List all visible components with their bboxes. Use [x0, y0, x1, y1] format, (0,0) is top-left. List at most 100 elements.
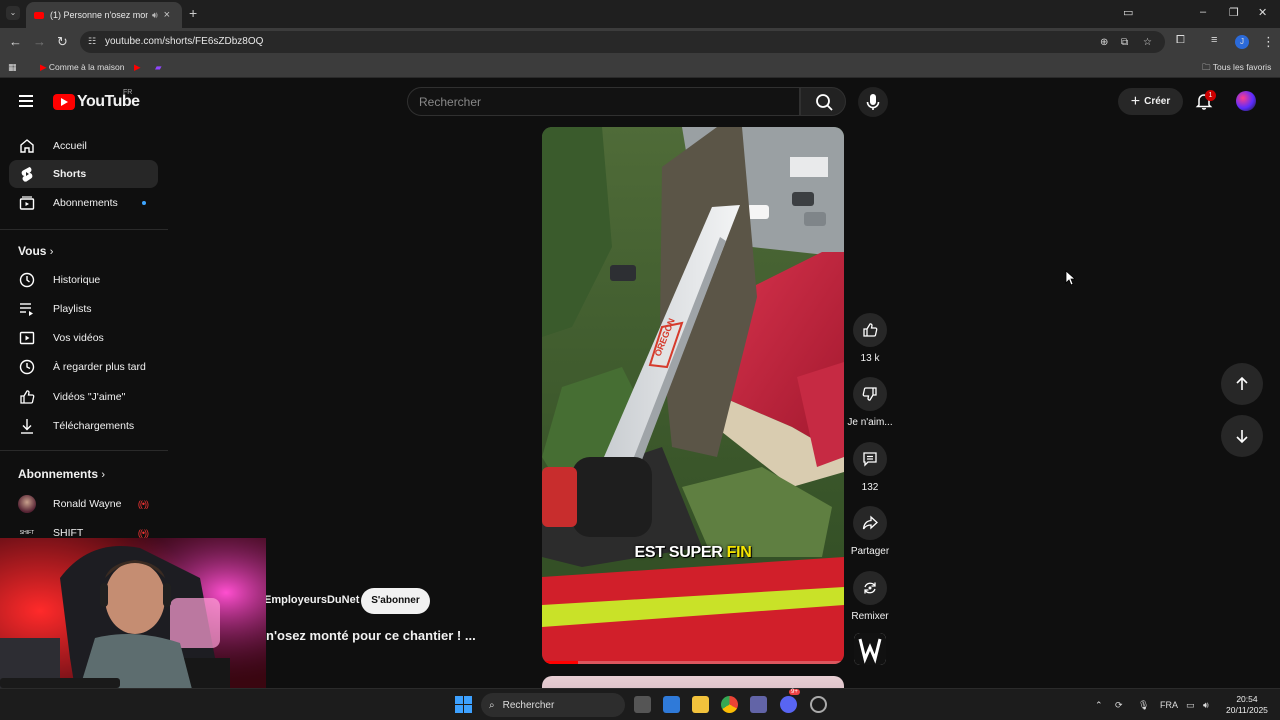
you-section-heading[interactable]: Vous › [18, 244, 53, 258]
sidebar-item-history[interactable]: Historique [9, 266, 158, 294]
install-app-icon[interactable]: ⧉ [1121, 37, 1128, 48]
like-icon [18, 388, 36, 406]
dislike-button[interactable]: Je n'aim... [847, 377, 893, 428]
notification-badge: 1 [1205, 90, 1216, 101]
account-avatar[interactable] [1236, 91, 1256, 111]
youtube-logo[interactable]: YouTube FR [53, 89, 140, 111]
sidebar-item-shorts[interactable]: Shorts [9, 160, 158, 188]
all-bookmarks-folder[interactable]: 🗀︎ Tous les favoris [1202, 62, 1271, 76]
reload-icon[interactable]: ↻ [57, 34, 68, 50]
minimize-icon[interactable]: – [1200, 6, 1206, 18]
arrow-up-icon [1236, 376, 1248, 390]
search-button[interactable] [800, 87, 846, 116]
maximize-icon[interactable]: ❐ [1229, 6, 1239, 19]
clock[interactable]: 20:54 20/11/2025 [1226, 694, 1268, 716]
new-content-dot [142, 201, 146, 205]
file-explorer-icon[interactable] [692, 696, 709, 713]
speaker-icon[interactable]: 🔊︎ [152, 10, 158, 21]
sidebar-item-liked-videos[interactable]: Vidéos "J'aime" [9, 383, 158, 411]
comments-button[interactable]: 132 [849, 442, 891, 493]
video-progress-bar[interactable] [542, 661, 844, 664]
volume-icon[interactable]: 🔊︎ [1203, 700, 1209, 711]
language-indicator[interactable]: FRA [1160, 700, 1178, 710]
browser-tab-active[interactable]: (1) Personne n'osez monté 🔊︎ × [26, 2, 182, 28]
search-box[interactable] [407, 87, 800, 116]
zoom-icon[interactable]: ⊕ [1100, 37, 1108, 48]
store-icon[interactable] [663, 696, 680, 713]
apps-grid-icon[interactable]: ▦ [8, 62, 17, 73]
subscriptions-section-heading[interactable]: Abonnements › [18, 467, 105, 481]
remix-icon [853, 571, 887, 605]
notifications-button[interactable]: 1 [1193, 90, 1216, 112]
subscriptions-icon [18, 194, 36, 212]
close-window-icon[interactable]: ✕ [1258, 6, 1267, 19]
previous-short-button[interactable] [1221, 363, 1263, 405]
video-frame: OREGON [542, 127, 844, 664]
live-indicator-icon: ((•)) [137, 528, 149, 538]
create-button[interactable]: + Créer [1118, 88, 1183, 115]
sidebar-item-watch-later[interactable]: À regarder plus tard [9, 353, 158, 381]
microphone-icon[interactable]: 🎙︎ [1138, 700, 1149, 711]
subscribe-button[interactable]: S'abonner [361, 588, 430, 614]
short-video-player[interactable]: OREGON EST SUPER FIN [542, 127, 844, 664]
chevron-right-icon: › [49, 246, 54, 258]
windows-start-icon[interactable] [455, 696, 472, 713]
sidebar-item-home[interactable]: Accueil [9, 132, 158, 160]
youtube-favicon-icon: ▶ [40, 62, 47, 72]
bookmark-item[interactable]: ▶ Comme à la maison [40, 62, 125, 73]
youtube-bookmark-icon[interactable]: ▶ [134, 62, 141, 73]
channel-thumbnail[interactable] [854, 633, 886, 665]
share-button[interactable]: Partager [849, 506, 891, 557]
playlist-icon [18, 300, 36, 318]
like-button[interactable]: 13 k [849, 313, 891, 364]
sync-icon[interactable]: ⟳ [1115, 700, 1123, 711]
sidebar-item-playlists[interactable]: Playlists [9, 295, 158, 323]
forward-icon[interactable]: → [33, 34, 46, 49]
channel-name[interactable]: EmployeursDuNet [264, 594, 359, 606]
like-count: 13 k [860, 353, 880, 364]
tab-search-button[interactable]: ⌄ [6, 6, 20, 20]
remix-button[interactable]: Remixer [849, 571, 891, 622]
network-icon[interactable]: ▭ [1186, 700, 1195, 711]
teams-icon[interactable] [750, 696, 767, 713]
next-short-button[interactable] [1221, 415, 1263, 457]
windows-taskbar: ⌕ Rechercher 9+ ⌃ ⟳ 🎙︎ FRA ▭ 🔊︎ 20:54 20… [0, 688, 1280, 720]
browser-menu-icon[interactable]: ⋮ [1262, 34, 1275, 50]
sidebar-item-downloads[interactable]: Téléchargements [9, 412, 158, 440]
short-title[interactable]: n'osez monté pour ce chantier ! ... [266, 628, 476, 643]
plus-icon: + [1130, 92, 1141, 110]
profile-avatar[interactable]: J [1235, 35, 1249, 49]
browser-tabstrip: ⌄ (1) Personne n'osez monté 🔊︎ × + ▭ – ❐… [0, 0, 1280, 28]
discord-icon[interactable]: 9+ [780, 689, 800, 713]
chrome-icon[interactable] [721, 696, 738, 713]
sidebar-item-your-videos[interactable]: Vos vidéos [9, 324, 158, 352]
divider [0, 450, 168, 451]
search-input[interactable] [408, 88, 799, 116]
sidebar-item-subscriptions[interactable]: Abonnements [9, 189, 158, 217]
channel-avatar [18, 495, 36, 513]
close-tab-icon[interactable]: × [164, 9, 170, 21]
taskbar-search[interactable]: ⌕ Rechercher [481, 693, 625, 717]
site-info-icon[interactable]: ☷ [88, 36, 96, 47]
sidebar-channel-ronald-wayne[interactable]: Ronald Wayne ((•)) [9, 490, 158, 518]
comment-icon [853, 442, 887, 476]
task-view-icon[interactable] [634, 696, 651, 713]
chevron-up-icon[interactable]: ⌃ [1095, 700, 1103, 711]
new-tab-button[interactable]: + [189, 5, 197, 21]
microphone-icon [866, 94, 880, 110]
menu-icon[interactable] [19, 95, 33, 107]
bookmark-star-icon[interactable]: ☆ [1143, 37, 1152, 48]
tab-title: (1) Personne n'osez monté [50, 10, 148, 20]
voice-search-button[interactable] [858, 87, 888, 117]
address-bar[interactable]: ☷ youtube.com/shorts/FE6sZDbz8OQ ⊕ ⧉ ☆ [80, 31, 1165, 53]
app-icon[interactable] [810, 696, 827, 713]
thumbs-down-icon [853, 377, 887, 411]
media-control-icon[interactable]: ≡ [1211, 34, 1217, 46]
shorts-icon [18, 165, 36, 183]
back-icon[interactable]: ← [9, 34, 22, 49]
twitch-bookmark-icon[interactable]: ▰ [155, 62, 162, 73]
remix-label: Remixer [851, 611, 889, 622]
youtube-favicon-icon [34, 11, 44, 19]
extensions-icon[interactable]: ⧠ [1176, 34, 1185, 47]
tab-tools-icon[interactable]: ▭ [1123, 6, 1133, 19]
